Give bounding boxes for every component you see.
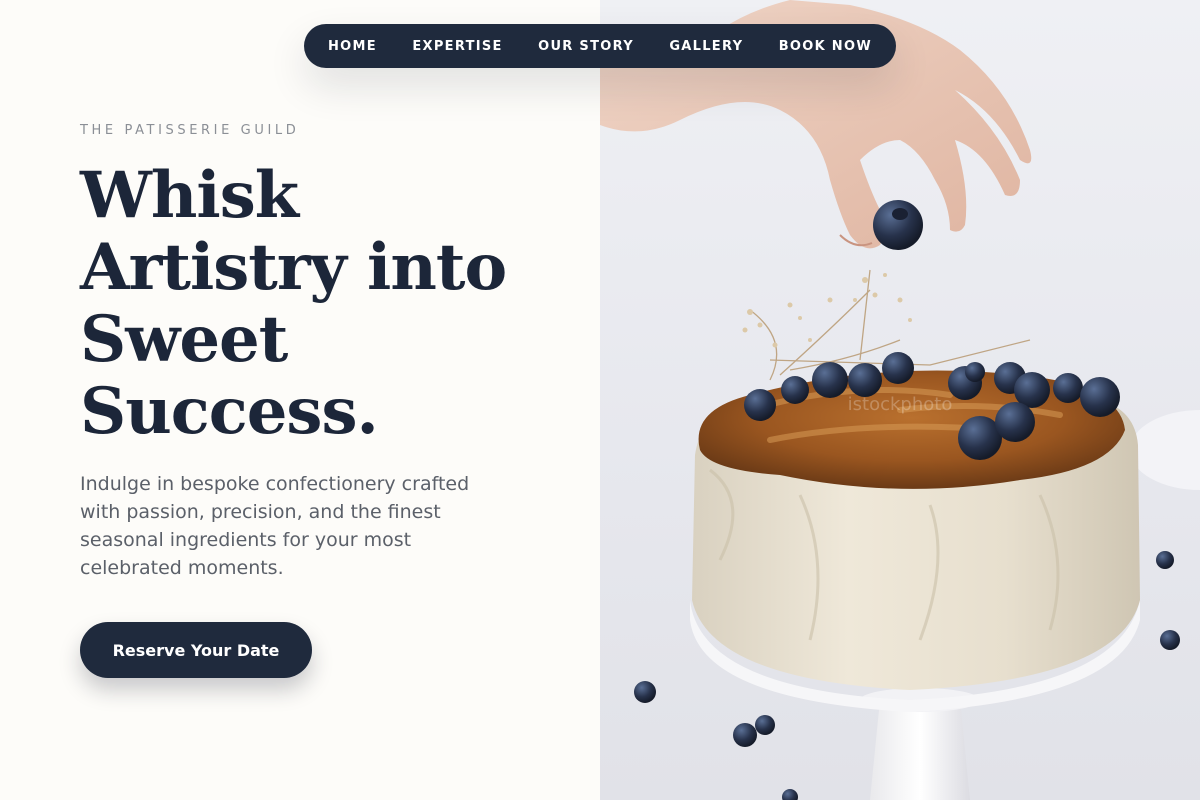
hero-description: Indulge in bespoke confectionery crafted…	[80, 473, 470, 579]
nav-item-gallery[interactable]: GALLERY	[669, 39, 743, 54]
nav-item-expertise[interactable]: EXPERTISE	[412, 39, 502, 54]
hero-photo: istockphoto	[600, 0, 1200, 800]
headline-line: Whisk	[80, 158, 299, 233]
reserve-date-button[interactable]: Reserve Your Date	[80, 622, 312, 678]
watermark-text: istockphoto	[848, 394, 953, 415]
hero-headline: Whisk Artistry into Sweet Success.	[80, 160, 540, 448]
nav-item-home[interactable]: HOME	[328, 39, 377, 54]
headline-line: Success.	[80, 374, 379, 449]
nav-item-book-now[interactable]: BOOK NOW	[779, 39, 872, 54]
headline-line: Artistry into	[80, 230, 507, 305]
brand-eyebrow: THE PATISSERIE GUILD	[80, 123, 300, 138]
headline-line: Sweet	[80, 302, 288, 377]
nav-item-our-story[interactable]: OUR STORY	[538, 39, 634, 54]
main-nav: HOME EXPERTISE OUR STORY GALLERY BOOK NO…	[304, 24, 896, 68]
cake-photo-illustration: istockphoto	[600, 0, 1200, 800]
